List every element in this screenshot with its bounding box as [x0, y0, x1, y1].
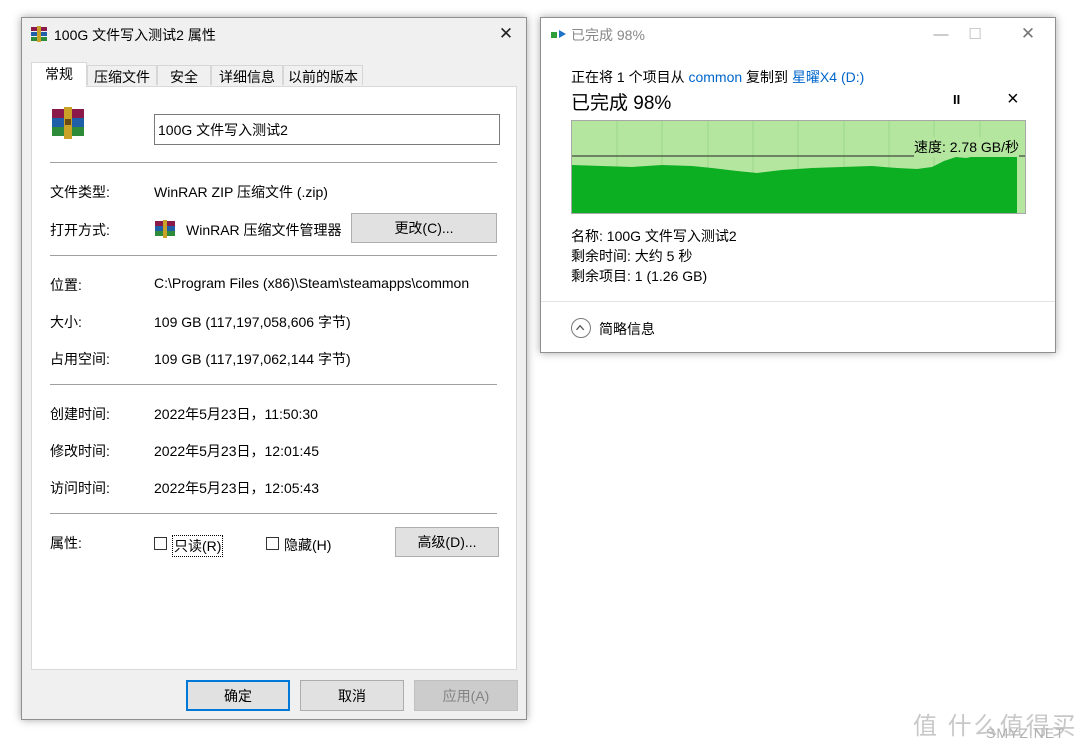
source-link[interactable]: common	[688, 69, 742, 85]
location-label: 位置:	[50, 277, 82, 293]
file-type-value: WinRAR ZIP 压缩文件 (.zip)	[154, 184, 328, 200]
readonly-label[interactable]: 只读(R)	[172, 535, 224, 557]
items-remaining-line: 剩余项目: 1 (1.26 GB)	[571, 268, 708, 284]
size-label: 大小:	[50, 314, 82, 330]
properties-close-icon[interactable]: ✕	[486, 18, 526, 50]
created-label: 创建时间:	[50, 406, 110, 422]
accessed-value: 2022年5月23日，12:05:43	[154, 480, 319, 496]
speed-label: 速度: 2.78 GB/秒	[913, 137, 1019, 157]
destination-link[interactable]: 星曜X4 (D:)	[792, 69, 864, 85]
file-name-line: 名称: 100G 文件写入测试2	[571, 228, 737, 244]
time-remaining-line: 剩余时间: 大约 5 秒	[571, 248, 693, 264]
watermark: 值 什么值得买 SMYZ.NET	[913, 706, 1078, 741]
copy-titlebar[interactable]: 已完成 98% — ☐ ✕	[541, 18, 1055, 50]
size-on-disk-value: 109 GB (117,197,062,144 字节)	[154, 351, 351, 367]
separator	[50, 162, 497, 163]
filename-field[interactable]: 100G 文件写入测试2	[154, 114, 500, 145]
change-button[interactable]: 更改(C)...	[351, 213, 497, 243]
open-with-label: 打开方式:	[50, 222, 110, 238]
speed-chart	[572, 121, 1025, 213]
tab-general[interactable]: 常规	[31, 62, 87, 87]
tab-previous-versions[interactable]: 以前的版本	[283, 65, 363, 85]
chevron-up-icon[interactable]	[571, 318, 591, 338]
open-with-value: WinRAR 压缩文件管理器	[186, 222, 342, 238]
tab-details[interactable]: 详细信息	[211, 65, 283, 85]
modified-label: 修改时间:	[50, 443, 110, 459]
copy-line-prefix: 正在将 1 个项目从	[571, 69, 685, 85]
hidden-label[interactable]: 隐藏(H)	[284, 535, 331, 555]
properties-title: 100G 文件写入测试2 属性	[54, 27, 216, 43]
ok-button[interactable]: 确定	[186, 680, 290, 711]
properties-titlebar[interactable]: 100G 文件写入测试2 属性 ✕	[22, 18, 526, 50]
tab-archive[interactable]: 压缩文件	[87, 65, 157, 85]
winrar-file-icon	[52, 107, 84, 139]
properties-window: 100G 文件写入测试2 属性 ✕ 常规 压缩文件 安全 详细信息 以前的版本 …	[21, 17, 527, 720]
separator	[50, 513, 497, 514]
file-type-label: 文件类型:	[50, 184, 110, 200]
attributes-label: 属性:	[50, 535, 82, 551]
separator	[50, 255, 497, 256]
tab-security[interactable]: 安全	[157, 65, 211, 85]
modified-value: 2022年5月23日，12:01:45	[154, 443, 319, 459]
copy-description: 正在将 1 个项目从 common 复制到 星曜X4 (D:)	[571, 67, 864, 87]
created-value: 2022年5月23日，11:50:30	[154, 406, 318, 422]
readonly-checkbox[interactable]	[154, 537, 167, 550]
footer-separator	[541, 301, 1055, 302]
location-value: C:\Program Files (x86)\Steam\steamapps\c…	[154, 275, 470, 291]
general-panel: 100G 文件写入测试2 文件类型: WinRAR ZIP 压缩文件 (.zip…	[31, 86, 517, 670]
copy-line-mid: 复制到	[746, 69, 789, 85]
size-on-disk-label: 占用空间:	[50, 351, 110, 367]
size-value: 109 GB (117,197,058,606 字节)	[154, 314, 351, 330]
progress-status: 已完成 98%	[571, 93, 672, 114]
copy-close-icon[interactable]: ✕	[1008, 18, 1048, 50]
winrar-small-icon	[155, 220, 175, 238]
hidden-checkbox[interactable]	[266, 537, 279, 550]
accessed-label: 访问时间:	[50, 480, 110, 496]
maximize-icon[interactable]: ☐	[955, 18, 995, 50]
cancel-copy-icon[interactable]: ×	[1007, 88, 1019, 111]
apply-button[interactable]: 应用(A)	[414, 680, 518, 711]
separator	[50, 384, 497, 385]
progress-graph: 速度: 2.78 GB/秒	[571, 120, 1026, 214]
advanced-button[interactable]: 高级(D)...	[395, 527, 499, 557]
cancel-button[interactable]: 取消	[300, 680, 404, 711]
winrar-app-icon	[31, 26, 47, 42]
fewer-details-toggle[interactable]: 简略信息	[599, 319, 655, 339]
copy-app-icon	[551, 30, 566, 38]
speed-area	[572, 154, 1017, 213]
watermark-site: SMYZ.NET	[986, 725, 1065, 741]
copy-title: 已完成 98%	[571, 27, 645, 43]
copy-progress-window: 已完成 98% — ☐ ✕ 正在将 1 个项目从 common 复制到 星曜X4…	[540, 17, 1056, 353]
pause-button[interactable]: II	[953, 92, 960, 107]
